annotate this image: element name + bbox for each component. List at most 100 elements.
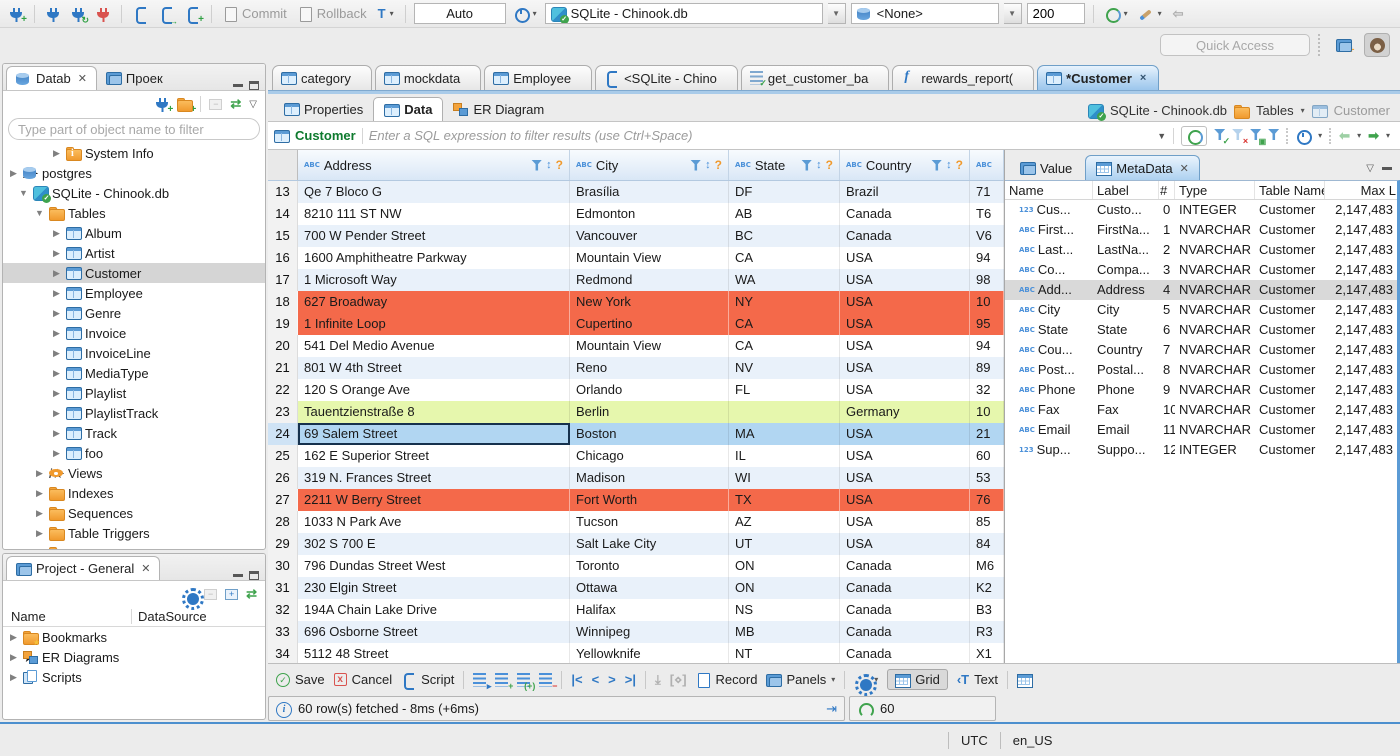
column-header-address[interactable]: ABC Address ↕? [298,150,570,180]
compare-button[interactable]: ▾ [1136,5,1165,23]
save-button[interactable]: ✓ Save [276,672,325,687]
cell-country[interactable]: USA [840,291,970,313]
quick-access-input[interactable] [1160,34,1310,56]
metadata-row[interactable]: ABC Phone Phone 9 NVARCHAR Customer 2,147… [1005,380,1397,400]
expand-arrow-icon[interactable]: ▶ [34,488,45,499]
locale-label[interactable]: en_US [1013,733,1053,748]
metadata-row[interactable]: ABC Post... Postal... 8 NVARCHAR Customer… [1005,360,1397,380]
open-perspective-button[interactable]: + [1330,33,1356,57]
cell-country[interactable]: USA [840,247,970,269]
cell-postalcode[interactable]: 71 [970,181,1004,203]
expand-arrow-icon[interactable]: ▶ [51,368,62,379]
cell-postalcode[interactable]: 94 [970,335,1004,357]
cell-postalcode[interactable]: 95 [970,313,1004,335]
tab-database-navigator[interactable]: Datab ✕ [6,66,97,90]
cell-address[interactable]: Qe 7 Bloco G [298,181,570,203]
table-row[interactable]: 16 1600 Amphitheatre Parkway Mountain Vi… [268,247,1004,269]
column-header-country[interactable]: ABC Country ↕? [840,150,970,180]
metadata-row[interactable]: ABC Add... Address 4 NVARCHAR Customer 2,… [1005,280,1397,300]
table-row[interactable]: 33 696 Osborne Street Winnipeg MB Canada… [268,621,1004,643]
cell-city[interactable]: Redmond [570,269,729,291]
filter-icon[interactable] [801,159,813,171]
table-row[interactable]: 28 1033 N Park Ave Tucson AZ USA 85 [268,511,1004,533]
cell-state[interactable]: NS [729,599,840,621]
grid-view-button[interactable]: Grid [887,669,948,690]
text-view-button[interactable]: ‹T Text [957,672,998,687]
expand-arrow-icon[interactable]: ▶ [8,632,19,643]
add-row-icon[interactable]: + [495,672,513,690]
cell-postalcode[interactable]: 21 [970,423,1004,445]
cell-country[interactable]: USA [840,379,970,401]
row-number[interactable]: 25 [268,445,298,467]
cell-country[interactable]: USA [840,423,970,445]
expand-arrow-icon[interactable]: ▶ [51,228,62,239]
expand-arrow-icon[interactable]: ▶ [51,288,62,299]
editor-tab[interactable]: mockdata [374,65,482,90]
close-icon[interactable]: × [1140,72,1146,84]
sort-icon[interactable]: ↕ [546,159,552,171]
sql-filter-input[interactable] [368,124,1152,147]
first-row-button[interactable]: |< [571,672,582,687]
dbeaver-perspective-button[interactable] [1364,33,1390,57]
table-row[interactable]: 27 2211 W Berry Street Fort Worth TX USA… [268,489,1004,511]
chevron-down-icon[interactable]: ▾ [1318,131,1322,140]
script-button[interactable]: Script [401,672,454,690]
expand-arrow-icon[interactable]: ▶ [51,308,62,319]
minimize-icon[interactable] [233,84,243,87]
filter-remove-button[interactable]: × [1232,128,1248,146]
cell-postalcode[interactable]: V6 [970,225,1004,247]
cell-city[interactable]: Toronto [570,555,729,577]
cell-city[interactable]: Madison [570,467,729,489]
cell-address[interactable]: Tauentzienstraße 8 [298,401,570,423]
expand-arrow-icon[interactable]: ▶ [8,672,19,683]
cell-address[interactable]: 1033 N Park Ave [298,511,570,533]
tab-project-general[interactable]: Project - General ✕ [6,556,161,580]
cell-city[interactable]: Brasília [570,181,729,203]
cell-address[interactable]: 696 Osborne Street [298,621,570,643]
cell-state[interactable]: NT [729,643,840,663]
cell-city[interactable]: New York [570,291,729,313]
scroll-position-icon[interactable]: ⇥ [826,701,837,717]
fetch-size-input[interactable] [1026,3,1085,24]
editor-tab[interactable]: Employee [484,65,593,90]
new-folder-icon[interactable]: + [177,97,196,115]
cell-address[interactable]: 801 W 4th Street [298,357,570,379]
row-number[interactable]: 33 [268,621,298,643]
cell-country[interactable]: USA [840,357,970,379]
commit-button[interactable]: Commit [220,4,290,23]
cell-country[interactable]: USA [840,269,970,291]
fetch-page-icon[interactable]: ⤓ [655,672,661,688]
cell-postalcode[interactable]: 10 [970,401,1004,423]
row-number[interactable]: 22 [268,379,298,401]
row-number[interactable]: 21 [268,357,298,379]
cell-city[interactable]: Tucson [570,511,729,533]
row-number[interactable]: 18 [268,291,298,313]
editor-subtab[interactable]: Properties [274,97,373,121]
cell-address[interactable]: 5112 48 Street [298,643,570,663]
column-header-postalcode[interactable]: ABC [970,150,1004,180]
cell-city[interactable]: Mountain View [570,247,729,269]
expand-arrow-icon[interactable]: ▼ [34,208,45,218]
cell-postalcode[interactable]: 10 [970,291,1004,313]
cell-state[interactable] [729,401,840,423]
table-row[interactable]: 13 Qe 7 Bloco G Brasília DF Brazil 71 [268,181,1004,203]
expand-arrow-icon[interactable]: ▶ [34,508,45,519]
table-row[interactable]: 29 302 S 700 E Salt Lake City UT USA 84 [268,533,1004,555]
editor-tab[interactable]: <SQLite - Chino [595,65,738,90]
row-number[interactable]: 20 [268,335,298,357]
table-row[interactable]: 24 69 Salem Street Boston MA USA 21 [268,423,1004,445]
table-row[interactable]: 23 Tauentzienstraße 8 Berlin Germany 10 [268,401,1004,423]
tree-item[interactable]: ▶ i★ Data Types [3,543,265,549]
table-row[interactable]: 19 1 Infinite Loop Cupertino CA USA 95 [268,313,1004,335]
settings-button[interactable]: ▾ [854,673,878,696]
cell-country[interactable]: Brazil [840,181,970,203]
expand-arrow-icon[interactable]: ▶ [51,388,62,399]
cell-address[interactable]: 1 Microsoft Way [298,269,570,291]
panels-button[interactable]: Panels ▾ [766,672,835,687]
cell-country[interactable]: Canada [840,577,970,599]
row-number[interactable]: 30 [268,555,298,577]
cell-postalcode[interactable]: 85 [970,511,1004,533]
expand-arrow-icon[interactable]: ▶ [51,148,62,159]
tab-value[interactable]: Value [1009,155,1083,180]
row-number[interactable]: 17 [268,269,298,291]
